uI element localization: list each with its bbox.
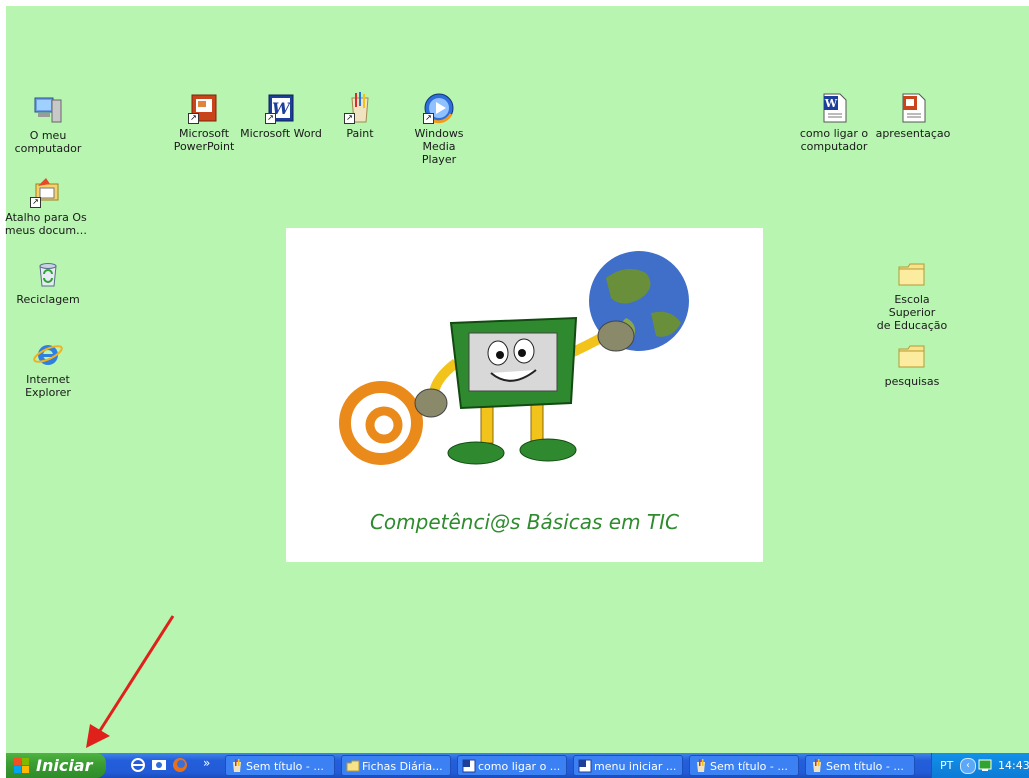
icon-label: Paint xyxy=(346,127,374,140)
paint-icon xyxy=(810,759,824,773)
icon-label: Microsoft PowerPoint xyxy=(173,127,235,153)
windows-flag-icon xyxy=(14,758,29,773)
paint-icon xyxy=(694,759,708,773)
word-icon xyxy=(578,759,592,773)
start-button[interactable]: Iniciar xyxy=(6,753,106,778)
task-label: como ligar o ... xyxy=(478,760,561,773)
folder-icon xyxy=(896,340,928,372)
taskbar-button[interactable]: Sem título - ... xyxy=(689,755,799,776)
icon-label: Reciclagem xyxy=(16,293,80,306)
desktop-icon-media-player[interactable]: ↗ Windows Media Player xyxy=(397,92,481,166)
clock[interactable]: 14:43 xyxy=(998,753,1029,778)
svg-text:W: W xyxy=(824,97,838,110)
language-indicator[interactable]: PT xyxy=(940,753,953,778)
wallpaper-caption: Competênci@s Básicas em TIC xyxy=(369,510,680,534)
icon-label: Internet Explorer xyxy=(25,373,71,399)
desktop-icon-powerpoint-document[interactable]: apresentaçao xyxy=(871,92,955,140)
taskbar-button[interactable]: Sem título - ... xyxy=(225,755,335,776)
quick-launch-more[interactable]: » xyxy=(203,753,210,773)
icon-label: Escola Superior de Educação xyxy=(876,293,948,332)
taskbar-button[interactable]: menu iniciar ... xyxy=(573,755,683,776)
icon-label: Windows Media Player xyxy=(414,127,464,166)
paint-icon: ↗ xyxy=(344,92,376,124)
desktop-icon-my-computer[interactable]: O meu computador xyxy=(6,94,90,155)
desktop-icon-recycle-bin[interactable]: Reciclagem xyxy=(6,258,90,306)
icon-label: apresentaçao xyxy=(875,127,951,140)
word-icon xyxy=(462,759,476,773)
folder-icon xyxy=(346,759,360,773)
desktop-icon-word[interactable]: W ↗ Microsoft Word xyxy=(239,92,323,140)
taskbar-button[interactable]: Fichas Diária... xyxy=(341,755,451,776)
task-label: menu iniciar ... xyxy=(594,760,677,773)
desktop-icon-folder-pesquisas[interactable]: pesquisas xyxy=(870,340,954,388)
desktop-icon-my-documents-shortcut[interactable]: ↗ Atalho para Os meus docum… xyxy=(4,176,88,237)
icon-label: como ligar o computador xyxy=(799,127,869,153)
icon-label: Microsoft Word xyxy=(240,127,322,140)
wallpaper-logo: Competênci@s Básicas em TIC xyxy=(286,228,763,562)
media-player-icon: ↗ xyxy=(423,92,455,124)
task-label: Sem título - ... xyxy=(710,760,788,773)
internet-explorer-icon[interactable] xyxy=(130,757,146,773)
desktop-icon-powerpoint[interactable]: ↗ Microsoft PowerPoint xyxy=(162,92,246,153)
powerpoint-document-icon xyxy=(897,92,929,124)
my-documents-shortcut-icon: ↗ xyxy=(30,176,62,208)
word-document-icon: W xyxy=(818,92,850,124)
my-computer-icon xyxy=(32,94,64,126)
paint-icon xyxy=(230,759,244,773)
system-tray: PT ‹ 14:43 xyxy=(931,753,1029,778)
internet-explorer-icon xyxy=(32,338,64,370)
word-icon: W ↗ xyxy=(265,92,297,124)
taskbar-button[interactable]: Sem título - ... xyxy=(805,755,915,776)
recycle-bin-icon xyxy=(32,258,64,290)
icon-label: Atalho para Os meus docum… xyxy=(4,211,88,237)
firefox-icon[interactable] xyxy=(172,757,188,773)
folder-icon xyxy=(896,258,928,290)
outlook-express-icon[interactable] xyxy=(151,757,167,773)
icon-label: O meu computador xyxy=(14,129,82,155)
task-label: Fichas Diária... xyxy=(362,760,443,773)
red-arrow-annotation xyxy=(86,615,175,748)
task-label: Sem título - ... xyxy=(826,760,904,773)
start-label: Iniciar xyxy=(36,756,93,775)
show-hidden-icons-button[interactable]: ‹ xyxy=(960,758,976,774)
powerpoint-icon: ↗ xyxy=(188,92,220,124)
network-icon[interactable] xyxy=(978,758,992,772)
desktop-icon-word-document[interactable]: W como ligar o computador xyxy=(792,92,876,153)
task-label: Sem título - ... xyxy=(246,760,324,773)
icon-label: pesquisas xyxy=(884,375,940,388)
desktop-icon-folder-escola[interactable]: Escola Superior de Educação xyxy=(870,258,954,332)
taskbar-button[interactable]: como ligar o ... xyxy=(457,755,567,776)
desktop-icon-internet-explorer[interactable]: Internet Explorer xyxy=(6,338,90,399)
desktop-icon-paint[interactable]: ↗ Paint xyxy=(318,92,402,140)
taskbar: Iniciar » Sem título - ... Fichas Diária… xyxy=(6,753,1029,778)
